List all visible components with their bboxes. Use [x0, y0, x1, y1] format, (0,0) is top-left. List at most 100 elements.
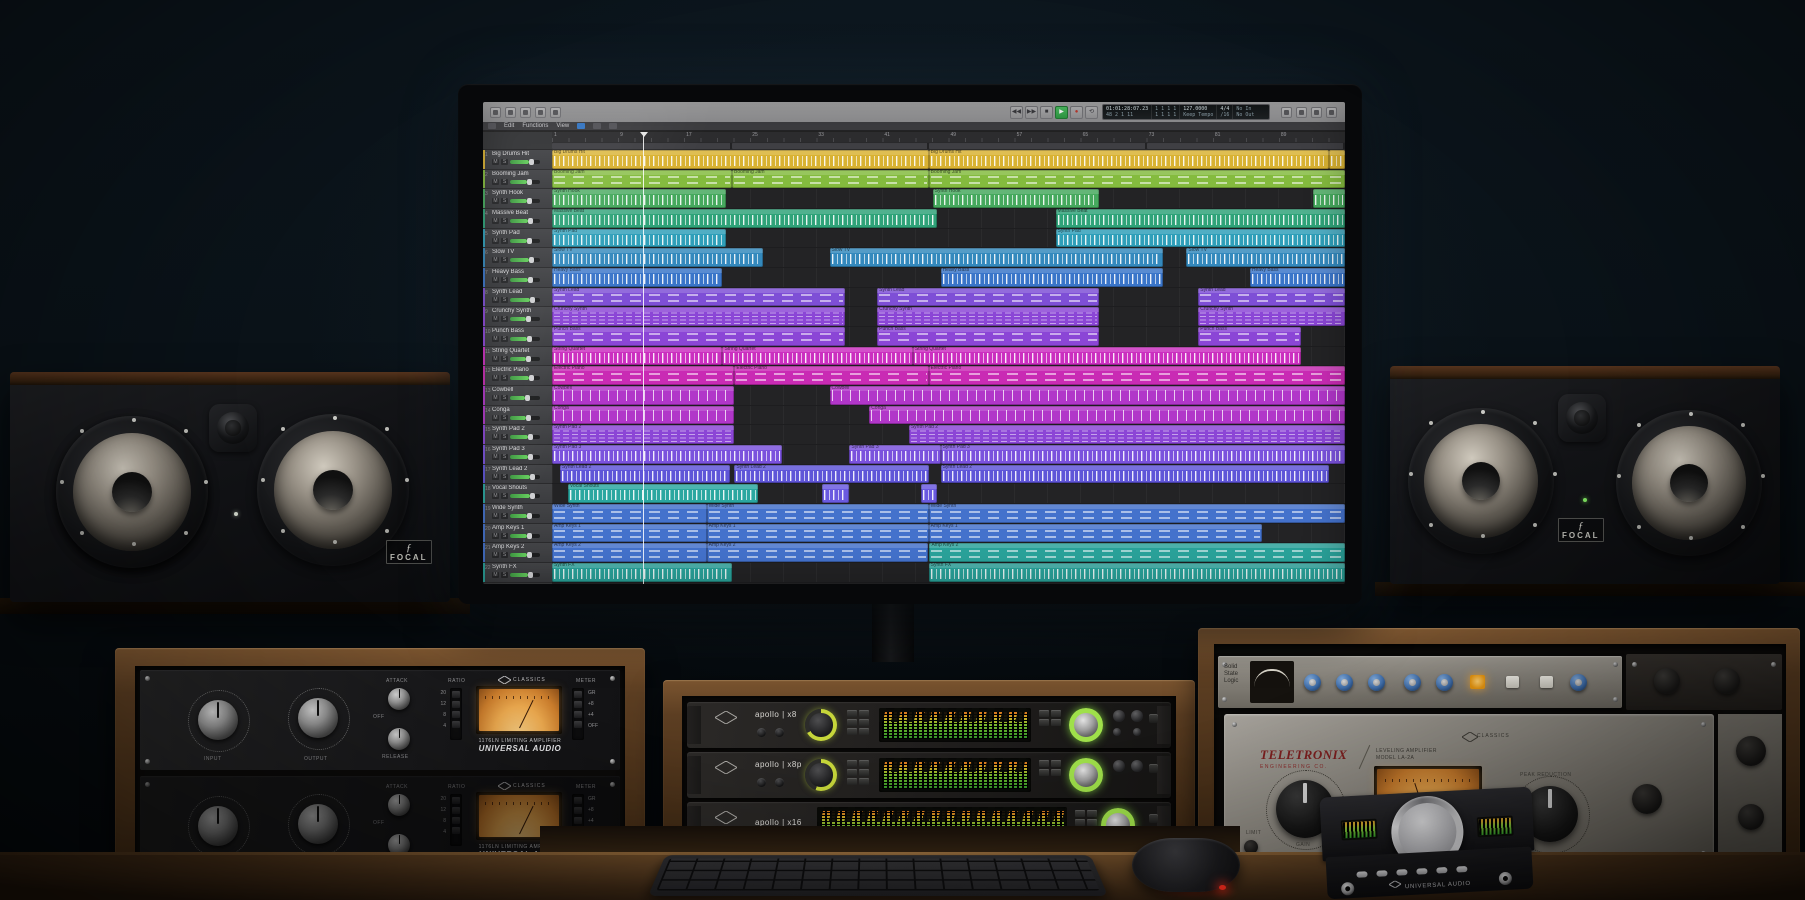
volume-slider[interactable] — [510, 199, 540, 203]
region[interactable]: Slow TV — [830, 248, 1163, 267]
pencil-tool-icon[interactable] — [593, 123, 601, 129]
solo-button[interactable]: S — [501, 572, 508, 578]
headphone2-knob[interactable] — [1131, 760, 1143, 772]
solo-button[interactable]: S — [501, 238, 508, 244]
smart-controls-icon[interactable] — [550, 107, 561, 118]
region[interactable]: Wide Synth — [707, 504, 929, 523]
region[interactable]: Synth Pad 3 — [941, 445, 1345, 464]
dark-unit-knob-2[interactable] — [1714, 668, 1740, 694]
browser-icon[interactable] — [1326, 107, 1337, 118]
ssl-in-button-lit[interactable] — [1470, 675, 1485, 689]
region[interactable]: Massive Beat — [552, 209, 937, 228]
ssl-knob-4[interactable] — [1404, 674, 1421, 691]
region[interactable]: Cowbell — [830, 386, 1345, 405]
headphone1-knob[interactable] — [1113, 760, 1125, 772]
volume-slider[interactable] — [510, 219, 540, 223]
mute-button[interactable]: M — [492, 493, 499, 499]
region[interactable]: Synth FX — [552, 563, 732, 582]
region[interactable]: Synth Lead 2 — [941, 465, 1330, 484]
mic1-button[interactable] — [757, 778, 766, 787]
keyboard[interactable] — [648, 855, 1108, 896]
mute-button[interactable]: M — [492, 198, 499, 204]
track-header[interactable]: 14CongaMS — [483, 406, 552, 426]
release-knob[interactable] — [388, 728, 410, 750]
mute-button[interactable]: M — [492, 552, 499, 558]
aux-knob[interactable] — [1133, 728, 1141, 736]
mute-button[interactable]: M — [492, 395, 499, 401]
region[interactable]: Conga — [869, 406, 1345, 425]
solo-button[interactable]: S — [501, 493, 508, 499]
track-header[interactable]: 1Big Drums HitMS — [483, 150, 552, 170]
region[interactable]: Slow TV — [1186, 248, 1345, 267]
volume-slider[interactable] — [510, 553, 540, 557]
monitor-knob[interactable] — [1069, 758, 1103, 792]
monitor-knob[interactable] — [1069, 708, 1103, 742]
region[interactable]: String Quartet — [722, 347, 912, 366]
mute-button[interactable]: M — [492, 238, 499, 244]
power-button[interactable] — [1149, 714, 1158, 723]
volume-slider[interactable] — [510, 435, 540, 439]
ssl-output-knob[interactable] — [1570, 674, 1587, 691]
region[interactable]: Punch Bass — [877, 327, 1099, 346]
solo-button[interactable]: S — [501, 316, 508, 322]
volume-slider[interactable] — [510, 573, 540, 577]
record-button[interactable]: ● — [1070, 106, 1083, 119]
region[interactable]: Booming Jam — [732, 170, 929, 189]
solo-button[interactable]: S — [501, 375, 508, 381]
playhead[interactable] — [643, 132, 644, 584]
region[interactable]: Wide Synth — [552, 504, 707, 523]
region[interactable]: Slow TV — [552, 248, 763, 267]
track-header[interactable]: 20Amp Keys 1MS — [483, 524, 552, 544]
volume-slider[interactable] — [510, 180, 540, 184]
region[interactable] — [1329, 150, 1345, 169]
volume-slider[interactable] — [510, 317, 540, 321]
volume-slider[interactable] — [510, 298, 540, 302]
track-header[interactable]: 5Synth PadMS — [483, 229, 552, 249]
track-header[interactable]: 18Vocal ShoutsMS — [483, 484, 552, 504]
mute-button[interactable]: M — [492, 434, 499, 440]
gray-knob-2[interactable] — [1738, 804, 1764, 830]
solo-button[interactable]: S — [501, 513, 508, 519]
region[interactable]: Synth Lead 2 — [560, 465, 730, 484]
region[interactable]: Amp Keys 2 — [552, 543, 707, 562]
power-button[interactable] — [1149, 764, 1158, 773]
track-header[interactable]: 6Slow TVMS — [483, 248, 552, 268]
volume-slider[interactable] — [510, 160, 540, 164]
mute-button[interactable]: M — [492, 375, 499, 381]
solo-button[interactable]: S — [501, 218, 508, 224]
volume-slider[interactable] — [510, 514, 540, 518]
region[interactable]: Crunchy Synth — [552, 307, 845, 326]
mute-button[interactable]: M — [492, 159, 499, 165]
region[interactable] — [822, 484, 850, 503]
track-header[interactable]: 22Synth FXMS — [483, 563, 552, 583]
mic2-button[interactable] — [775, 728, 784, 737]
region[interactable]: Big Drums Hit — [552, 150, 929, 169]
region[interactable]: Synth Hook — [933, 189, 1100, 208]
mute-button[interactable]: M — [492, 415, 499, 421]
mute-button[interactable]: M — [492, 572, 499, 578]
region[interactable]: Synth Hook — [552, 189, 726, 208]
solo-button[interactable]: S — [501, 159, 508, 165]
volume-slider[interactable] — [510, 494, 540, 498]
channel-buttons[interactable] — [847, 710, 869, 735]
output-knob[interactable] — [298, 698, 338, 738]
monitor-buttons[interactable] — [1039, 710, 1061, 726]
volume-slider[interactable] — [510, 337, 540, 341]
track-header[interactable]: 7Heavy BassMS — [483, 268, 552, 288]
cycle-button[interactable]: ⟲ — [1085, 106, 1098, 119]
ratio-buttons[interactable] — [450, 688, 462, 740]
solo-button[interactable]: S — [501, 474, 508, 480]
region[interactable]: Amp Keys 1 — [552, 524, 707, 543]
gray-knob-1[interactable] — [1736, 736, 1766, 766]
output-knob[interactable] — [1632, 784, 1662, 814]
volume-slider[interactable] — [510, 475, 540, 479]
region[interactable]: Vocal Shouts — [568, 484, 758, 503]
headphone1-knob[interactable] — [1113, 710, 1125, 722]
monitor-buttons[interactable] — [1075, 810, 1097, 826]
arrangement-marker[interactable]: Outro — [1147, 143, 1345, 149]
track-header[interactable]: 3Synth HookMS — [483, 189, 552, 209]
mute-button[interactable]: M — [492, 297, 499, 303]
region[interactable] — [1313, 189, 1345, 208]
add-track-icon[interactable] — [488, 123, 496, 129]
snap-menu-icon[interactable] — [609, 123, 617, 129]
